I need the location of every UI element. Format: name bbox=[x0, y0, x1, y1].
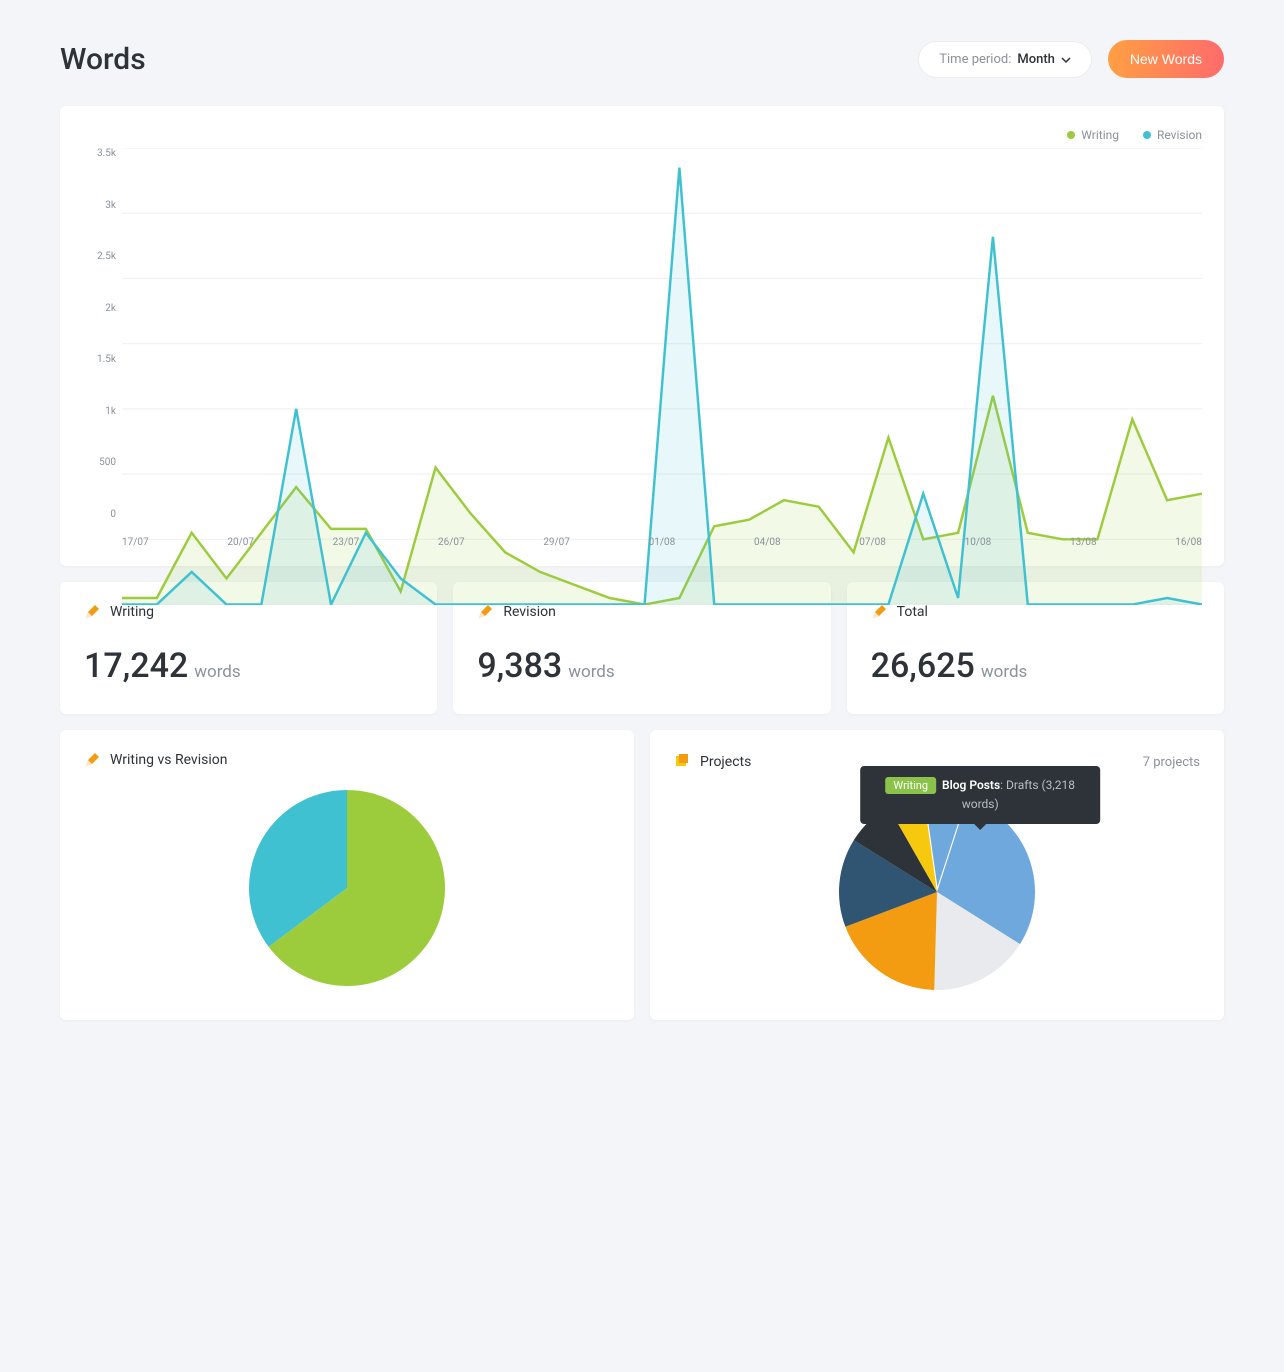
x-tick: 04/08 bbox=[754, 537, 781, 548]
pencil-icon bbox=[871, 604, 887, 620]
pencil-icon bbox=[477, 604, 493, 620]
stat-value: 17,242 bbox=[84, 646, 188, 686]
x-tick: 23/07 bbox=[333, 537, 360, 548]
stat-unit: words bbox=[194, 662, 240, 682]
legend-dot-icon bbox=[1143, 131, 1151, 139]
tooltip-subtitle: : Drafts bbox=[1000, 778, 1041, 792]
stat-label: Writing bbox=[110, 604, 154, 620]
y-tick: 1.5k bbox=[82, 354, 116, 365]
stat-label: Total bbox=[897, 604, 928, 620]
pencil-icon bbox=[84, 752, 100, 768]
y-axis: 3.5k 3k 2.5k 2k 1.5k 1k 500 0 bbox=[82, 148, 116, 520]
legend-dot-icon bbox=[1067, 131, 1075, 139]
card-title: Projects bbox=[700, 754, 751, 770]
projects-card: Projects 7 projects Writing Blog Posts: D… bbox=[650, 730, 1224, 1020]
stat-value: 9,383 bbox=[477, 646, 562, 686]
x-tick: 01/08 bbox=[649, 537, 676, 548]
legend-revision[interactable]: Revision bbox=[1143, 128, 1202, 142]
x-tick: 29/07 bbox=[543, 537, 570, 548]
chart-legend: Writing Revision bbox=[82, 128, 1202, 142]
stat-unit: words bbox=[981, 662, 1027, 682]
y-tick: 2.5k bbox=[82, 251, 116, 262]
projects-icon bbox=[674, 752, 690, 772]
x-tick: 26/07 bbox=[438, 537, 465, 548]
x-tick: 16/08 bbox=[1175, 537, 1202, 548]
y-tick: 3.5k bbox=[82, 148, 116, 159]
x-tick: 20/07 bbox=[227, 537, 254, 548]
stat-label: Revision bbox=[503, 604, 556, 620]
legend-label: Revision bbox=[1157, 128, 1202, 142]
pie-tooltip: WritingBlog Posts: Drafts (3,218 words) bbox=[860, 766, 1100, 824]
time-period-value: Month bbox=[1017, 52, 1055, 67]
pencil-icon bbox=[84, 604, 100, 620]
x-tick: 10/08 bbox=[965, 537, 992, 548]
projects-count: 7 projects bbox=[1143, 755, 1200, 770]
x-tick: 17/07 bbox=[122, 537, 149, 548]
y-tick: 3k bbox=[82, 200, 116, 211]
legend-label: Writing bbox=[1081, 128, 1119, 142]
x-tick: 13/08 bbox=[1070, 537, 1097, 548]
tooltip-title: Blog Posts bbox=[942, 778, 1000, 792]
x-tick: 07/08 bbox=[859, 537, 886, 548]
words-over-time-chart: Writing Revision 3.5k3k2.5k2k1.5k1k5000 … bbox=[60, 106, 1224, 566]
chevron-down-icon bbox=[1061, 54, 1071, 64]
y-tick: 2k bbox=[82, 303, 116, 314]
y-tick: 0 bbox=[82, 509, 116, 520]
y-tick: 1k bbox=[82, 406, 116, 417]
page-title: Words bbox=[60, 42, 146, 77]
time-period-label: Time period: bbox=[939, 52, 1011, 67]
writing-vs-revision-card: Writing vs Revision bbox=[60, 730, 634, 1020]
stat-unit: words bbox=[568, 662, 614, 682]
stat-value: 26,625 bbox=[871, 646, 975, 686]
legend-writing[interactable]: Writing bbox=[1067, 128, 1119, 142]
card-title: Writing vs Revision bbox=[110, 752, 227, 768]
writing-vs-revision-pie bbox=[247, 788, 447, 988]
x-axis: 17/07 20/07 23/07 26/07 29/07 01/08 04/08 07/08… bbox=[122, 537, 1202, 548]
time-period-select[interactable]: Time period: Month bbox=[918, 41, 1092, 78]
header-controls: Time period: Month New Words bbox=[918, 40, 1224, 78]
new-words-button[interactable]: New Words bbox=[1108, 40, 1224, 78]
y-tick: 500 bbox=[82, 457, 116, 468]
tooltip-badge: Writing bbox=[885, 777, 936, 794]
